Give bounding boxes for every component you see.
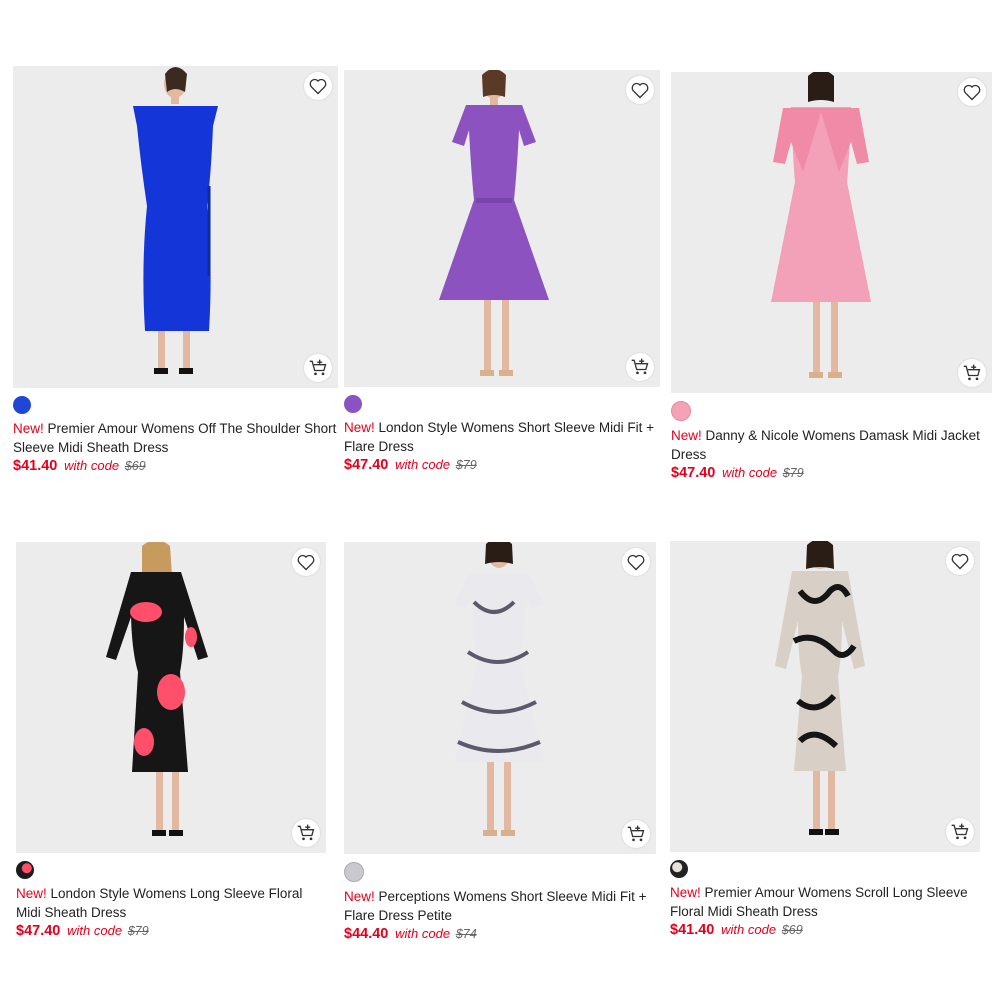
code-note: with code [721,922,777,937]
add-to-cart-button[interactable] [958,359,986,387]
product-name: London Style Womens Short Sleeve Midi Fi… [344,420,655,454]
heart-icon [309,78,327,95]
original-price: $69 [781,923,803,937]
heart-icon [627,554,645,571]
cart-plus-icon [627,825,645,842]
dress-photo [106,542,208,836]
dress-photo [775,541,865,835]
color-swatch[interactable] [13,396,31,414]
product-image[interactable] [344,542,656,854]
code-note: with code [64,458,120,473]
color-swatch[interactable] [671,401,691,421]
color-swatch[interactable] [344,862,364,882]
code-note: with code [395,926,451,941]
sale-price: $41.40 [13,458,58,474]
heart-icon [297,554,315,571]
favorite-button[interactable] [946,547,974,575]
sale-price: $41.40 [670,922,715,938]
cart-plus-icon [297,824,315,841]
product-name: London Style Womens Long Sleeve Floral M… [16,886,303,920]
product-card[interactable]: New! London Style Womens Short Sleeve Mi… [344,70,660,473]
code-note: with code [67,923,123,938]
product-name: Premier Amour Womens Scroll Long Sleeve … [670,885,968,919]
heart-icon [951,553,969,570]
product-title[interactable]: New! Danny & Nicole Womens Damask Midi J… [671,426,992,464]
favorite-button[interactable] [626,76,654,104]
product-title[interactable]: New! Perceptions Womens Short Sleeve Mid… [344,887,656,925]
price-row: $47.40 with code $79 [671,465,992,481]
color-swatch[interactable] [670,860,688,878]
cart-plus-icon [631,358,649,375]
dress-photo [439,70,549,376]
new-badge: New! [671,428,702,443]
sale-price: $44.40 [344,926,389,942]
price-row: $44.40 with code $74 [344,926,656,942]
price-row: $47.40 with code $79 [344,457,660,473]
new-badge: New! [344,889,375,904]
product-title[interactable]: New! London Style Womens Short Sleeve Mi… [344,418,660,456]
add-to-cart-button[interactable] [622,820,650,848]
heart-icon [631,82,649,99]
new-badge: New! [16,886,47,901]
product-card[interactable]: New! Premier Amour Womens Off The Should… [13,66,338,474]
product-title[interactable]: New! Premier Amour Womens Off The Should… [13,419,338,457]
product-title[interactable]: New! Premier Amour Womens Scroll Long Sl… [670,883,980,921]
original-price: $69 [124,459,146,473]
original-price: $74 [455,927,477,941]
code-note: with code [395,457,451,472]
code-note: with code [722,465,778,480]
dress-photo [771,72,871,378]
product-image[interactable] [13,66,338,388]
product-name: Premier Amour Womens Off The Shoulder Sh… [13,421,337,455]
add-to-cart-button[interactable] [626,353,654,381]
dress-photo [454,542,544,836]
original-price: $79 [455,458,477,472]
dress-photo [133,67,218,374]
sale-price: $47.40 [671,465,716,481]
favorite-button[interactable] [958,78,986,106]
product-image[interactable] [670,541,980,852]
color-swatch[interactable] [344,395,362,413]
add-to-cart-button[interactable] [304,354,332,382]
favorite-button[interactable] [292,548,320,576]
price-row: $41.40 with code $69 [670,922,980,938]
favorite-button[interactable] [622,548,650,576]
sale-price: $47.40 [344,457,389,473]
add-to-cart-button[interactable] [292,819,320,847]
original-price: $79 [127,924,149,938]
product-card[interactable]: New! Premier Amour Womens Scroll Long Sl… [670,541,980,938]
cart-plus-icon [951,823,969,840]
heart-icon [963,84,981,101]
product-name: Danny & Nicole Womens Damask Midi Jacket… [671,428,980,462]
color-swatch[interactable] [16,861,34,879]
dress-shape [454,574,544,762]
add-to-cart-button[interactable] [946,818,974,846]
product-image[interactable] [344,70,660,387]
sale-price: $47.40 [16,923,61,939]
product-card[interactable]: New! Danny & Nicole Womens Damask Midi J… [671,72,992,481]
favorite-button[interactable] [304,72,332,100]
product-card[interactable]: New! Perceptions Womens Short Sleeve Mid… [344,542,656,942]
dress-shape [106,572,208,772]
product-card[interactable]: New! London Style Womens Long Sleeve Flo… [16,542,326,939]
new-badge: New! [344,420,375,435]
price-row: $41.40 with code $69 [13,458,338,474]
product-image[interactable] [671,72,992,393]
cart-plus-icon [309,359,327,376]
new-badge: New! [13,421,44,436]
dress-shape [133,106,218,331]
product-title[interactable]: New! London Style Womens Long Sleeve Flo… [16,884,326,922]
price-row: $47.40 with code $79 [16,923,326,939]
new-badge: New! [670,885,701,900]
original-price: $79 [782,466,804,480]
product-image[interactable] [16,542,326,853]
product-name: Perceptions Womens Short Sleeve Midi Fit… [344,889,647,923]
cart-plus-icon [963,364,981,381]
